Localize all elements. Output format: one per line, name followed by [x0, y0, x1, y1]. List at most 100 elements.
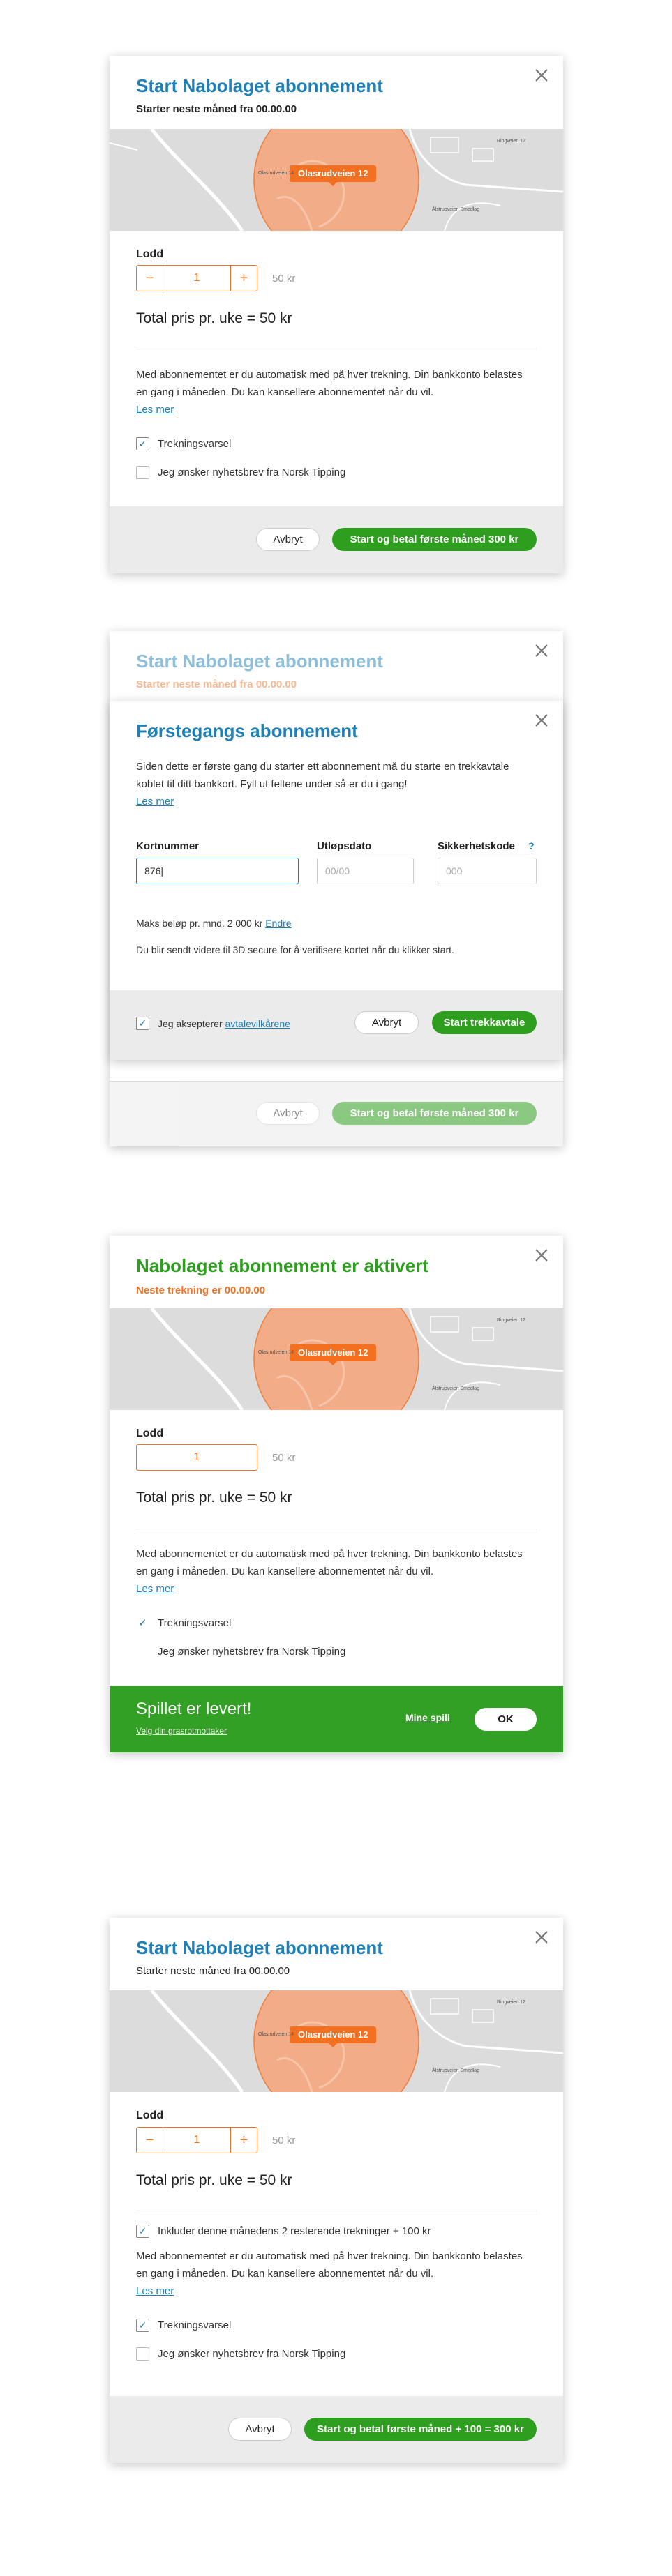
check-icon: ✓	[138, 1617, 147, 1629]
info-text: Med abonnementet er du automatisk med på…	[136, 369, 523, 398]
max-amount-text: Maks beløp pr. mnd. 2 000 kr	[136, 918, 263, 929]
checkbox-box[interactable]	[136, 2347, 149, 2361]
dialog-subtitle: Starter neste måned fra 00.00.00	[136, 1965, 290, 1977]
unit-price: 50 kr	[272, 273, 296, 285]
max-amount-row: Maks beløp pr. mnd. 2 000 kr Endre	[136, 918, 292, 929]
subscription-dialog-4: Start Nabolaget abonnement Starter neste…	[110, 1918, 563, 2463]
expiry-label: Utløpsdato	[317, 840, 372, 852]
change-link[interactable]: Endre	[265, 918, 291, 929]
map-pin-label: Olasrudveien 12	[290, 2026, 377, 2047]
total-price: Total pris pr. uke = 50 kr	[136, 310, 292, 326]
lodd-label: Lodd	[136, 248, 164, 260]
expiry-input[interactable]: 00/00	[317, 858, 414, 884]
info-text: Siden dette er første gang du starter et…	[136, 761, 509, 790]
accept-terms-checkbox[interactable]: ✓ Jeg aksepterer avtalevilkårene	[136, 1017, 290, 1030]
checkbox-label: Trekningsvarsel	[158, 438, 232, 450]
checkbox-label: Jeg ønsker nyhetsbrev fra Norsk Tipping	[158, 467, 346, 478]
checkbox-box[interactable]	[136, 466, 149, 479]
map-street-label: Ålstrupveien Smedlag	[432, 2068, 480, 2073]
increment-button[interactable]: +	[230, 266, 257, 291]
map-street-label: Ringveien 12	[497, 139, 525, 144]
start-pay-button[interactable]: Start og betal første måned 300 kr	[332, 528, 537, 551]
read-more-link[interactable]: Les mer	[136, 1583, 174, 1595]
quantity-stepper: − 1 +	[136, 2127, 257, 2153]
include-remaining-checkbox[interactable]: ✓ Inkluder denne månedens 2 resterende t…	[136, 2225, 431, 2238]
draw-notice-checkbox[interactable]: ✓ Trekningsvarsel	[136, 437, 231, 450]
subscription-info: Med abonnementet er du automatisk med på…	[136, 2248, 537, 2300]
dialog-subtitle: Neste trekning er 00.00.00	[136, 1285, 266, 1296]
map-street-label: Ålstrupveien Smedlag	[432, 207, 480, 212]
draw-notice-checkbox[interactable]: ✓ Trekningsvarsel	[136, 2319, 231, 2332]
map-street-label: Olasrudveien 14	[258, 171, 294, 176]
dialog-subtitle: Starter neste måned fra 00.00.00	[136, 103, 297, 115]
newsletter-status: Jeg ønsker nyhetsbrev fra Norsk Tipping	[136, 1646, 345, 1658]
unit-price: 50 kr	[272, 1452, 296, 1464]
quantity-stepper: − 1 +	[136, 265, 257, 291]
delivered-banner: Spillet er levert! Velg din grasrotmotta…	[110, 1686, 563, 1752]
check-icon[interactable]: ✓	[136, 2225, 149, 2238]
subscription-dialog-1: Start Nabolaget abonnement Starter neste…	[110, 56, 563, 573]
map-street-label: Ålstrupveien Smedlag	[432, 1386, 480, 1391]
subscription-dialog-2: Start Nabolaget abonnement Starter neste…	[110, 631, 563, 1146]
map-pin-label: Olasrudveien 12	[290, 1344, 377, 1365]
cvc-label: Sikkerhetskode	[438, 840, 515, 852]
subscription-activated-dialog: Nabolaget abonnement er aktivert Neste t…	[110, 1236, 563, 1752]
start-pay-button[interactable]: Start og betal første måned + 100 = 300 …	[304, 2418, 537, 2441]
decrement-button[interactable]: −	[137, 266, 163, 291]
info-text: Med abonnementet er du automatisk med på…	[136, 2250, 523, 2280]
close-icon[interactable]	[532, 66, 551, 85]
accept-label: Jeg aksepterer	[158, 1017, 225, 1029]
start-pay-button[interactable]: Start og betal første måned 300 kr	[332, 1102, 537, 1125]
close-icon[interactable]	[532, 641, 551, 660]
my-games-link[interactable]: Mine spill	[405, 1712, 450, 1723]
quantity-display: 1	[136, 1444, 257, 1471]
total-price: Total pris pr. uke = 50 kr	[136, 2172, 292, 2188]
map: Olasrudveien 12 Olasrudveien 14 Ringveie…	[110, 1990, 563, 2092]
modal-title: Førstegangs abonnement	[136, 720, 358, 741]
check-icon[interactable]: ✓	[136, 437, 149, 450]
modal-info: Siden dette er første gang du starter et…	[136, 758, 537, 810]
ok-button[interactable]: OK	[475, 1708, 537, 1731]
card-number-input[interactable]: 876|	[136, 858, 299, 884]
lodd-label: Lodd	[136, 1427, 164, 1439]
dialog-title: Start Nabolaget abonnement	[136, 75, 383, 96]
draw-notice-status: ✓ Trekningsvarsel	[136, 1616, 232, 1630]
check-icon[interactable]: ✓	[136, 1017, 149, 1030]
close-icon[interactable]	[532, 1245, 551, 1265]
terms-link[interactable]: avtalevilkårene	[225, 1018, 290, 1029]
secure-info: Du blir sendt videre til 3D secure for å…	[136, 944, 454, 955]
checkbox-label: Trekningsvarsel	[158, 2319, 232, 2331]
check-icon[interactable]: ✓	[136, 2319, 149, 2332]
info-text: Med abonnementet er du automatisk med på…	[136, 1548, 523, 1577]
cvc-input[interactable]: 000	[438, 858, 537, 884]
cancel-button[interactable]: Avbryt	[228, 2418, 292, 2441]
newsletter-checkbox[interactable]: Jeg ønsker nyhetsbrev fra Norsk Tipping	[136, 2347, 345, 2361]
lodd-label: Lodd	[136, 2109, 164, 2121]
newsletter-checkbox[interactable]: Jeg ønsker nyhetsbrev fra Norsk Tipping	[136, 466, 345, 479]
decrement-button[interactable]: −	[137, 2128, 163, 2153]
checkbox-label: Jeg ønsker nyhetsbrev fra Norsk Tipping	[158, 2348, 346, 2360]
close-icon[interactable]	[532, 711, 551, 730]
read-more-link[interactable]: Les mer	[136, 404, 174, 416]
quantity-value[interactable]: 1	[163, 2128, 230, 2153]
read-more-link[interactable]: Les mer	[136, 796, 174, 808]
read-more-link[interactable]: Les mer	[136, 2285, 174, 2297]
quantity-value[interactable]: 1	[163, 266, 230, 291]
delivered-title: Spillet er levert!	[136, 1699, 252, 1718]
map-street-label: Ringveien 12	[497, 2000, 525, 2005]
increment-button[interactable]: +	[230, 2128, 257, 2153]
checkbox-label: Inkluder denne månedens 2 resterende tre…	[158, 2225, 431, 2237]
dialog-footer: Avbryt Start og betal første måned + 100…	[110, 2396, 563, 2463]
close-icon[interactable]	[532, 1927, 551, 1947]
status-label: Trekningsvarsel	[158, 1616, 232, 1629]
dialog-title: Start Nabolaget abonnement	[136, 651, 383, 672]
start-agreement-button[interactable]: Start trekkavtale	[432, 1011, 537, 1034]
map: Olasrudveien 12 Olasrudveien 14 Ringveie…	[110, 1308, 563, 1410]
cancel-button[interactable]: Avbryt	[354, 1011, 419, 1034]
cancel-button[interactable]: Avbryt	[256, 528, 320, 551]
help-icon[interactable]: ?	[528, 840, 535, 851]
map-street-label: Ringveien 12	[497, 1318, 525, 1323]
choose-recipient-link[interactable]: Velg din grasrotmottaker	[136, 1726, 227, 1736]
status-label: Jeg ønsker nyhetsbrev fra Norsk Tipping	[158, 1646, 346, 1658]
cancel-button[interactable]: Avbryt	[256, 1102, 320, 1125]
